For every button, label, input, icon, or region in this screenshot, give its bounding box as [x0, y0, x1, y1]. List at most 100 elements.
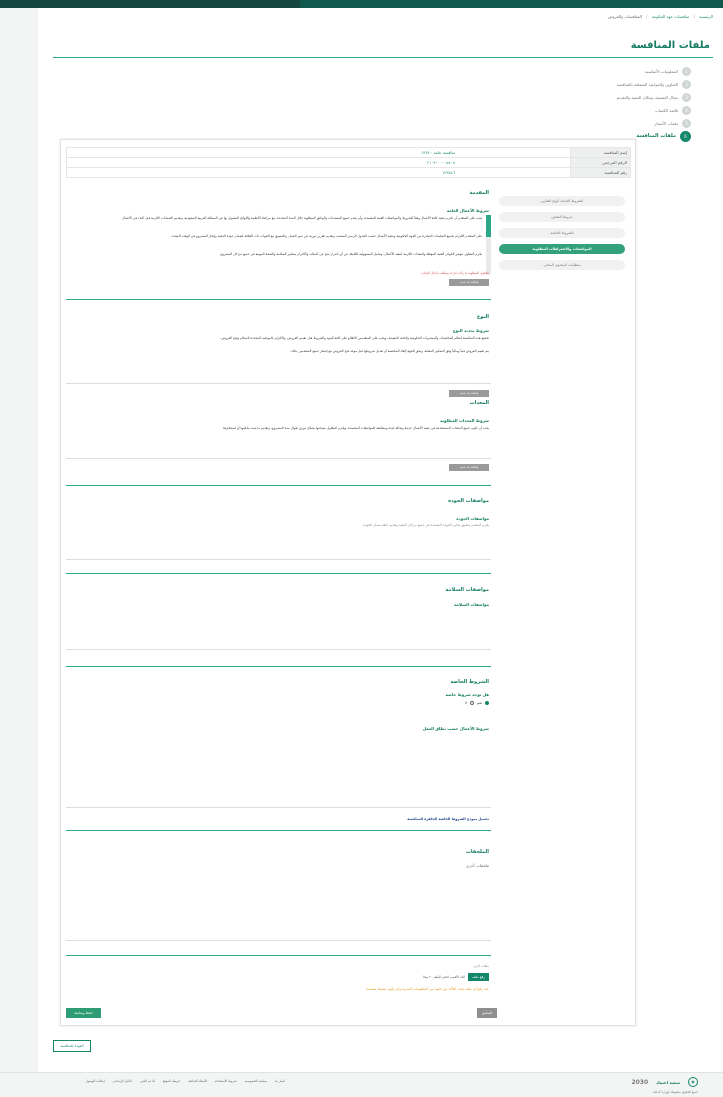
section-title-subject: النوع [476, 314, 489, 320]
footer-link[interactable]: الدعم الفني [140, 1079, 155, 1083]
section-title-attachments: الملحقات [465, 849, 489, 855]
scope-paragraph-2: على المتقدم الالتزام بجميع التعليمات الص… [170, 234, 482, 238]
scope-paragraph-3: يلتزم المقاول بتوفير الكوادر الفنية المؤ… [219, 252, 482, 256]
step-number: 2 [682, 79, 691, 89]
section-divider [66, 573, 491, 574]
step-label: قائمة الكميات [654, 107, 678, 113]
step-number: 6 [680, 130, 691, 142]
footer-brand: ◉ منصة اعتماد 2030 [631, 1077, 698, 1087]
platform-logo-text: منصة اعتماد [656, 1079, 680, 1085]
radio-no-label: لا [465, 701, 467, 705]
upload-row: رفع ملف الحد الأقصى لحجم الملف ٢٠ ميجا [423, 973, 489, 981]
scope-paragraph-1: يجب على المتقدم أن يلتزم بتنفيذ كافة الأ… [121, 216, 482, 220]
wizard-stepper: 1 المعلومات الأساسية 2 العناوين والمواعيد … [491, 65, 691, 143]
step-number: 5 [682, 118, 691, 128]
subject-add-item-button[interactable]: إضافة بند جديد [449, 390, 489, 397]
summary-key: رقم المنافسة [570, 167, 631, 178]
tender-files-card: إسم المنافسة منافسة عامة - ١٢٣٤ الرقم الم… [60, 139, 636, 1026]
specs-content: المقدمة شروط الأعمال العامة يجب على المت… [66, 190, 491, 1020]
special-question: هل توجد شروط خاصة [445, 692, 489, 697]
summary-key: إسم المنافسة [570, 147, 631, 158]
title-divider [53, 57, 713, 58]
page-title: ملفات المنافسة [630, 40, 710, 51]
scroll-thumb[interactable] [486, 215, 491, 237]
footer-link[interactable]: اتصل بنا [275, 1079, 285, 1083]
section-divider [66, 955, 491, 956]
footer-link[interactable]: سياسة الخصوصية [245, 1079, 267, 1083]
works-add-item-button[interactable]: إضافة بند جديد [449, 464, 489, 471]
scope-add-item-button[interactable]: إضافة بند جديد [449, 279, 489, 286]
footer-link[interactable]: الدليل الإرشادي [113, 1079, 132, 1083]
back-to-tender-button[interactable]: العودة للمنافسة [53, 1040, 91, 1052]
footer-link[interactable]: خريطة الموقع [163, 1079, 180, 1083]
section-sub-subject: شروط تحديد النوع [452, 328, 489, 333]
section-divider [66, 299, 491, 300]
upload-hint: الحد الأقصى لحجم الملف ٢٠ ميجا [422, 975, 465, 979]
copyright: جميع الحقوق محفوظة لوزارة المالية [652, 1090, 698, 1094]
breadcrumb-home[interactable]: الرئيسية [699, 14, 713, 19]
tab-specifications[interactable]: المواصفات والاشتراطات المطلوبة [499, 244, 625, 254]
section-title-works: المعدات [469, 400, 489, 406]
summary-value: ١٢٣٥٤٦ [66, 167, 571, 178]
footer-link[interactable]: شروط الاستخدام [215, 1079, 237, 1083]
previous-button[interactable]: السابق [477, 1008, 497, 1018]
section-title-safety: مواصفات السلامة [445, 587, 489, 593]
step-4[interactable]: 4 قائمة الكميات [491, 104, 691, 116]
step-number: 3 [682, 92, 691, 102]
breadcrumb-agency[interactable]: منافسات جهة الحكومة [652, 14, 690, 19]
step-label: ملفات الأسعار [654, 120, 678, 126]
section-title-special: الشروط الخاصة [450, 679, 489, 685]
radio-yes[interactable] [485, 701, 489, 705]
vision-2030-logo: 2030 [631, 1078, 649, 1086]
step-1[interactable]: 1 المعلومات الأساسية [491, 65, 691, 77]
subject-paragraph-1: تخضع هذه المنافسة لنظام المنافسات والمشت… [220, 336, 489, 340]
section-sub-scope: شروط الأعمال العامة [446, 208, 489, 213]
text-area-border [66, 383, 491, 384]
footer-link[interactable]: إمكانية الوصول [86, 1079, 105, 1083]
text-area-border [66, 807, 491, 808]
section-divider [66, 830, 491, 831]
text-area-border [66, 940, 491, 941]
radio-no[interactable] [470, 701, 474, 705]
section-sub-works: شروط المعدات المطلوبة [440, 418, 489, 423]
breadcrumb-sep-icon: / [693, 14, 695, 19]
attachments-sub: ملحقات أخرى [465, 863, 489, 868]
special-template-link[interactable]: تحميل نموذج الشروط الخاصة الجاهزة للمناف… [407, 817, 489, 821]
step-3[interactable]: 3 مجال التصنيف ومكان التنفيذ والتقديم [491, 91, 691, 103]
upload-warning: عند رفع أي ملف يجب التأكد من خلوه من الم… [366, 987, 489, 991]
step-number: 1 [682, 66, 691, 76]
tab-general-terms[interactable]: الشروط العامة/ أنواع التقارير [499, 196, 625, 206]
section-title-scope: المقدمة [469, 190, 489, 196]
tab-special-terms[interactable]: الشروط الخاصة [499, 228, 625, 238]
table-row: الرقم المرجعي ٢١٠٣٠٠٠٠٠٥٤٠٨ [66, 157, 631, 168]
special-sub: شروط الأعمال حسب نطاق العمل [422, 726, 489, 731]
summary-value: منافسة عامة - ١٢٣٤ [66, 147, 571, 158]
top-bar [0, 0, 723, 8]
breadcrumb: الرئيسية / منافسات جهة الحكومة / المنافس… [605, 14, 713, 19]
tab-inspection[interactable]: شروط الفحص [499, 212, 625, 222]
section-divider [66, 485, 491, 486]
subject-paragraph-2: يتم تقييم العروض فنياً ومالياً وفق المعا… [290, 349, 489, 353]
text-area-border [66, 559, 491, 560]
table-row: إسم المنافسة منافسة عامة - ١٢٣٤ [66, 147, 631, 158]
scope-scrollbar[interactable] [486, 215, 491, 275]
section-title-quality: مواصفات الجودة [448, 498, 489, 504]
tab-local-content[interactable]: متطلبات المحتوى المحلي [499, 260, 625, 270]
quality-paragraph: يلتزم المتقدم بتطبيق معايير الجودة المعت… [362, 523, 489, 527]
platform-logo-icon: ◉ [688, 1077, 698, 1087]
breadcrumb-current: المنافسات والعروض [607, 14, 642, 19]
footer-links: اتصل بنا سياسة الخصوصية شروط الاستخدام ا… [45, 1079, 285, 1083]
upload-file-button[interactable]: رفع ملف [468, 973, 489, 981]
works-paragraph-1: يجب أن تكون جميع المعدات المستخدمة في تن… [222, 426, 489, 430]
radio-yes-label: نعم [477, 701, 482, 705]
step-2[interactable]: 2 العناوين والمواعيد المتعلقة بالمنافسة [491, 78, 691, 90]
footer-link[interactable]: الأسئلة الشائعة [188, 1079, 207, 1083]
save-continue-button[interactable]: حفظ ومتابعة [66, 1008, 101, 1018]
section-sub-quality: مواصفات الجودة [456, 516, 489, 521]
summary-value: ٢١٠٣٠٠٠٠٠٥٤٠٨ [66, 157, 571, 168]
section-tabs: الشروط العامة/ أنواع التقارير شروط الفحص… [499, 196, 625, 276]
step-label: العناوين والمواعيد المتعلقة بالمنافسة [616, 81, 678, 87]
section-divider [66, 666, 491, 667]
table-row: رقم المنافسة ١٢٣٥٤٦ [66, 167, 631, 178]
step-5[interactable]: 5 ملفات الأسعار [491, 117, 691, 129]
